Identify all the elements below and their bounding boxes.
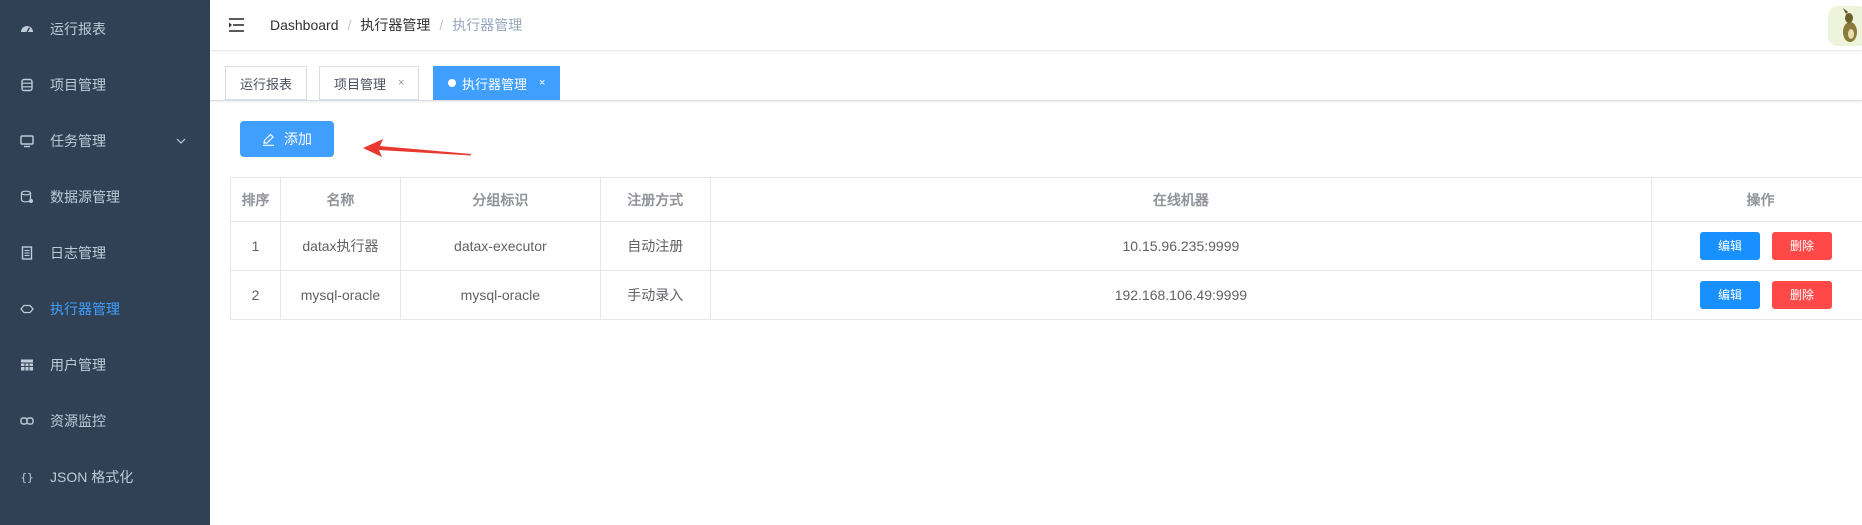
executor-table: 排序 名称 分组标识 注册方式 在线机器 操作 1 datax执行器 datax… [230,177,1862,320]
edit-button[interactable]: 编辑 [1700,232,1761,260]
sidebar-item-label: 资源监控 [50,413,106,429]
cell-registration: 自动注册 [599,221,711,271]
avatar[interactable] [1828,6,1862,46]
tab-projects[interactable]: 项目管理 × [319,66,420,100]
table-header-row: 排序 名称 分组标识 注册方式 在线机器 操作 [230,177,1862,222]
sidebar-item-tasks[interactable]: 任务管理 [0,113,210,169]
sidebar: 运行报表 项目管理 任务管理 数据源管理 日志管理 执行器管理 用户管理 资源监… [0,0,210,525]
navbar: Dashboard / 执行器管理 / 执行器管理 [210,0,1862,51]
chevron-down-icon [174,134,188,148]
close-icon[interactable]: × [539,77,545,89]
edit-icon [262,133,275,146]
cell-machines: 192.168.106.49:9999 [709,270,1653,320]
breadcrumb-item-current: 执行器管理 [452,17,523,33]
breadcrumb: Dashboard / 执行器管理 / 执行器管理 [270,15,522,35]
tab-executors[interactable]: 执行器管理 × [433,66,561,100]
add-button[interactable]: 添加 [240,121,334,157]
breadcrumb-separator: / [439,17,444,33]
cell-order: 2 [230,270,281,320]
sidebar-item-label: 执行器管理 [50,301,120,317]
datasource-icon [20,190,34,204]
cell-order: 1 [230,221,281,271]
sidebar-item-label: JSON 格式化 [50,469,134,485]
column-header-group: 分组标识 [399,177,601,222]
delete-button[interactable]: 删除 [1772,281,1833,309]
cell-name: datax执行器 [279,221,401,271]
cell-actions: 编辑 删除 [1651,221,1862,271]
monitor-icon [20,134,34,148]
column-header-machines: 在线机器 [709,177,1653,222]
tab-label: 项目管理 [334,76,387,92]
cell-actions: 编辑 删除 [1651,270,1862,320]
database-icon [20,78,34,92]
braces-icon: {} [20,470,34,484]
sidebar-item-label: 用户管理 [50,357,106,373]
table-row: 1 datax执行器 datax-executor 自动注册 10.15.96.… [230,221,1862,271]
breadcrumb-item-dashboard[interactable]: Dashboard [270,17,339,33]
column-header-actions: 操作 [1651,177,1862,222]
tab-dashboard[interactable]: 运行报表 [225,66,308,100]
app-root: 运行报表 项目管理 任务管理 数据源管理 日志管理 执行器管理 用户管理 资源监… [0,0,1862,525]
sidebar-item-datasource[interactable]: 数据源管理 [0,169,210,225]
sidebar-item-users[interactable]: 用户管理 [0,337,210,393]
tags-view: 运行报表 项目管理 × 执行器管理 × [210,51,1862,101]
breadcrumb-item-executor-parent[interactable]: 执行器管理 [360,15,430,35]
executor-icon [20,302,34,316]
column-header-name: 名称 [279,177,401,222]
tab-label: 运行报表 [240,76,293,92]
sidebar-item-label: 日志管理 [50,245,106,261]
annotation-arrow-icon [363,139,471,157]
breadcrumb-separator: / [347,17,352,33]
sidebar-item-monitor[interactable]: 资源监控 [0,393,210,449]
sidebar-item-label: 运行报表 [50,21,106,37]
hamburger-icon[interactable] [228,16,246,34]
dashboard-icon [20,22,34,36]
edit-button[interactable]: 编辑 [1700,281,1761,309]
close-icon[interactable]: × [398,77,404,89]
table-icon [20,358,34,372]
cell-registration: 手动录入 [599,270,711,320]
cell-machines: 10.15.96.235:9999 [709,221,1653,271]
cell-group: datax-executor [399,221,601,271]
sidebar-item-label: 任务管理 [50,133,106,149]
table-row: 2 mysql-oracle mysql-oracle 手动录入 192.168… [230,270,1862,320]
active-dot-icon [448,79,456,87]
add-button-label: 添加 [284,131,312,147]
sidebar-item-json[interactable]: {} JSON 格式化 [0,449,210,505]
document-icon [20,246,34,260]
tab-label: 执行器管理 [462,76,528,92]
sidebar-item-label: 项目管理 [50,77,106,93]
sidebar-item-dashboard[interactable]: 运行报表 [0,1,210,57]
sidebar-item-label: 数据源管理 [50,189,120,205]
svg-text:{}: {} [20,471,33,484]
link-icon [20,414,34,428]
cell-group: mysql-oracle [399,270,601,320]
column-header-order: 排序 [230,177,281,222]
sidebar-item-projects[interactable]: 项目管理 [0,57,210,113]
sidebar-item-logs[interactable]: 日志管理 [0,225,210,281]
cell-name: mysql-oracle [279,270,401,320]
sidebar-item-executors[interactable]: 执行器管理 [0,281,210,337]
delete-button[interactable]: 删除 [1772,232,1833,260]
column-header-registration: 注册方式 [599,177,711,222]
